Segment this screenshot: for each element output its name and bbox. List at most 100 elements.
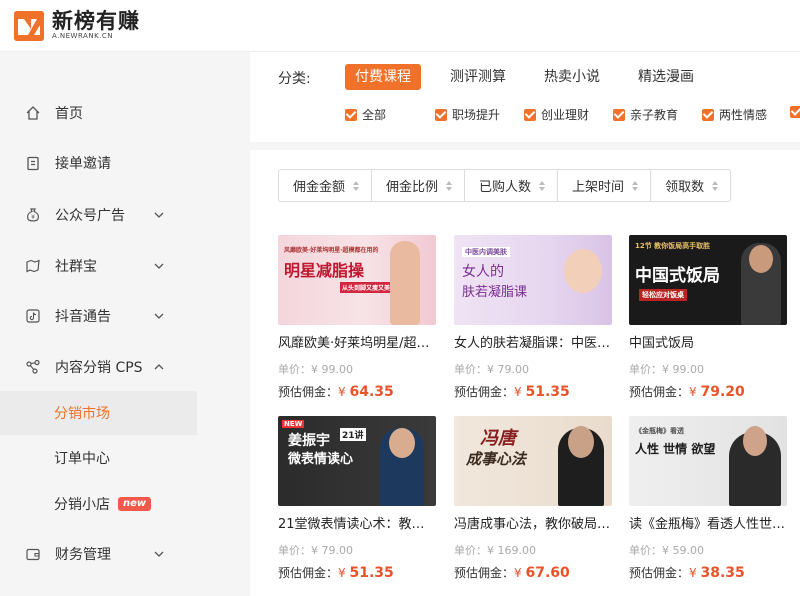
checkbox-more[interactable] [790, 106, 800, 118]
sort-label: 领取数 [665, 180, 705, 195]
product-card[interactable]: 中医内调美肤 女人的 肤若凝脂课 女人的肤若凝脂课：中医内调美肤 单价：¥ 79… [454, 235, 612, 400]
brand-domain: A.NEWRANK.CN [52, 32, 114, 40]
price-label: 单价： [278, 544, 311, 557]
commission-value: 38.35 [700, 565, 745, 581]
sidebar-sub-distribution-market[interactable]: 分销市场 [0, 391, 197, 435]
product-card[interactable]: 《金瓶梅》看透 人性 世情 欲望 读《金瓶梅》看透人性世情欲望 单价：¥ 59.… [629, 416, 787, 581]
sidebar-item-home[interactable]: 首页 [0, 93, 250, 133]
woman-figure-image [390, 241, 420, 325]
sort-arrows-icon [539, 180, 546, 191]
product-card[interactable]: 冯唐 成事心法 冯唐成事心法，教你破局人生 单价：¥ 169.00 预估佣金：¥… [454, 416, 612, 581]
sidebar-item-douyin[interactable]: 抖音通告 [0, 296, 250, 336]
sidebar-item-label: 接单邀请 [55, 156, 111, 172]
commission-label: 预估佣金： [278, 385, 339, 399]
currency-symbol: ¥ [338, 385, 346, 399]
thumb-title: 中国式饭局 [635, 266, 720, 286]
chevron-down-icon [152, 208, 166, 222]
commission-label: 预估佣金： [629, 385, 690, 399]
product-title[interactable]: 21堂微表情读心术：教你看透人心 [278, 513, 436, 532]
commission-label: 预估佣金： [454, 385, 515, 399]
sort-listed-time[interactable]: 上架时间 [558, 170, 652, 201]
commission-value: 67.60 [525, 565, 570, 581]
checkbox-checked-icon [435, 108, 447, 121]
commission-value: 51.35 [525, 384, 570, 400]
product-price: 单价：¥ 79.00 [278, 542, 436, 558]
sort-arrows-icon [446, 180, 453, 191]
product-thumbnail[interactable]: 12节 教你饭局高手取胜 中国式饭局 轻松应对饭桌 [629, 235, 787, 325]
product-title[interactable]: 女人的肤若凝脂课：中医内调美肤 [454, 332, 612, 351]
sort-arrows-icon [353, 180, 360, 191]
top-header: 新榜有赚 A.NEWRANK.CN [0, 0, 800, 52]
sidebar-item-invitations[interactable]: 接单邀请 [0, 143, 250, 183]
checkbox-parenting[interactable]: 亲子教育 [613, 106, 678, 123]
product-title[interactable]: 中国式饭局 [629, 332, 787, 351]
sort-claims[interactable]: 领取数 [651, 170, 730, 201]
currency-symbol: ¥ [514, 385, 522, 399]
product-thumbnail[interactable]: NEW 姜振宇 21讲 微表情读心 [278, 416, 436, 506]
product-title[interactable]: 风靡欧美·好莱坞明星/超模都在用的明星减脂操 [278, 332, 436, 351]
sidebar-item-finance[interactable]: 财务管理 [0, 534, 250, 574]
woman-face-image [564, 249, 602, 293]
sort-commission-rate[interactable]: 佣金比例 [372, 170, 466, 201]
tab-comics[interactable]: 精选漫画 [628, 64, 704, 90]
svg-text:¥: ¥ [31, 214, 35, 221]
man-face-image [749, 245, 773, 273]
thumb-title-line2: 成事心法 [466, 450, 527, 468]
newrank-logo-icon[interactable] [14, 10, 44, 41]
sidebar: 首页 接单邀请 ¥ 公众号广告 社群宝 抖音通告 内容分销 CPS 分销市场 订… [0, 52, 250, 596]
price-label: 单价： [629, 544, 662, 557]
checkbox-checked-icon [702, 108, 714, 121]
product-thumbnail[interactable]: 冯唐 成事心法 [454, 416, 612, 506]
product-thumbnail[interactable]: 风靡欧美·好莱坞明星·超模都在用的 明星减脂操 从头到脚又瘦又美 [278, 235, 436, 325]
checkbox-finance[interactable]: 创业理财 [524, 106, 589, 123]
product-price: 单价：¥ 59.00 [629, 542, 787, 558]
sidebar-item-community[interactable]: 社群宝 [0, 246, 250, 286]
home-icon [24, 104, 42, 122]
sidebar-item-label: 公众号广告 [55, 208, 125, 224]
sidebar-item-wechat-ads[interactable]: ¥ 公众号广告 [0, 195, 250, 235]
thumb-subtitle: 中医内调美肤 [462, 247, 510, 257]
product-thumbnail[interactable]: 中医内调美肤 女人的 肤若凝脂课 [454, 235, 612, 325]
price-value: ¥ 99.00 [662, 363, 704, 376]
product-card[interactable]: 12节 教你饭局高手取胜 中国式饭局 轻松应对饭桌 中国式饭局 单价：¥ 99.… [629, 235, 787, 400]
share-icon [24, 358, 42, 376]
clipboard-icon [24, 154, 42, 172]
tab-novels[interactable]: 热卖小说 [534, 64, 610, 90]
checkbox-all[interactable]: 全部 [345, 106, 386, 123]
price-label: 单价： [629, 363, 662, 376]
flag-icon [24, 257, 42, 275]
chevron-down-icon [152, 547, 166, 561]
sidebar-sub-order-center[interactable]: 订单中心 [0, 436, 197, 480]
tiktok-icon [24, 307, 42, 325]
product-title[interactable]: 冯唐成事心法，教你破局人生 [454, 513, 612, 532]
money-bag-icon: ¥ [24, 206, 42, 224]
checkbox-label: 创业理财 [541, 108, 590, 122]
thumb-title-line2: 微表情读心 [288, 452, 354, 467]
product-commission: 预估佣金：¥ 67.60 [454, 564, 612, 581]
product-thumbnail[interactable]: 《金瓶梅》看透 人性 世情 欲望 [629, 416, 787, 506]
tab-paid-courses[interactable]: 付费课程 [345, 64, 421, 90]
sort-label: 佣金比例 [386, 180, 439, 195]
product-list-panel: 佣金金额 佣金比例 已购人数 上架时间 领取数 风靡欧美·好莱坞明星·超模都在用… [250, 150, 800, 596]
checkbox-relationship[interactable]: 两性情感 [702, 106, 767, 123]
product-title[interactable]: 读《金瓶梅》看透人性世情欲望 [629, 513, 787, 532]
checkbox-career[interactable]: 职场提升 [435, 106, 500, 123]
currency-symbol: ¥ [338, 566, 346, 580]
sidebar-sub-label: 订单中心 [54, 451, 110, 467]
product-commission: 预估佣金：¥ 38.35 [629, 564, 787, 581]
commission-label: 预估佣金： [278, 566, 339, 580]
sort-commission-amount[interactable]: 佣金金额 [279, 170, 373, 201]
sidebar-item-label: 社群宝 [55, 259, 97, 275]
product-card[interactable]: 风靡欧美·好莱坞明星·超模都在用的 明星减脂操 从头到脚又瘦又美 风靡欧美·好莱… [278, 235, 436, 400]
category-filter-panel: 分类: 付费课程 测评测算 热卖小说 精选漫画 全部 职场提升 创业理财 亲子教… [250, 52, 800, 142]
product-commission: 预估佣金：¥ 79.20 [629, 383, 787, 400]
sort-purchased[interactable]: 已购人数 [465, 170, 559, 201]
tab-assessment[interactable]: 测评测算 [440, 64, 516, 90]
sidebar-item-cps[interactable]: 内容分销 CPS [0, 347, 250, 387]
chevron-up-icon [152, 360, 166, 374]
thumb-subtitle: 12节 教你饭局高手取胜 [635, 242, 711, 250]
thumb-lesson-count: 21讲 [340, 428, 366, 441]
sidebar-item-label: 财务管理 [55, 547, 111, 563]
sidebar-sub-shop[interactable]: 分销小店 new [0, 482, 197, 526]
product-card[interactable]: NEW 姜振宇 21讲 微表情读心 21堂微表情读心术：教你看透人心 单价：¥ … [278, 416, 436, 581]
